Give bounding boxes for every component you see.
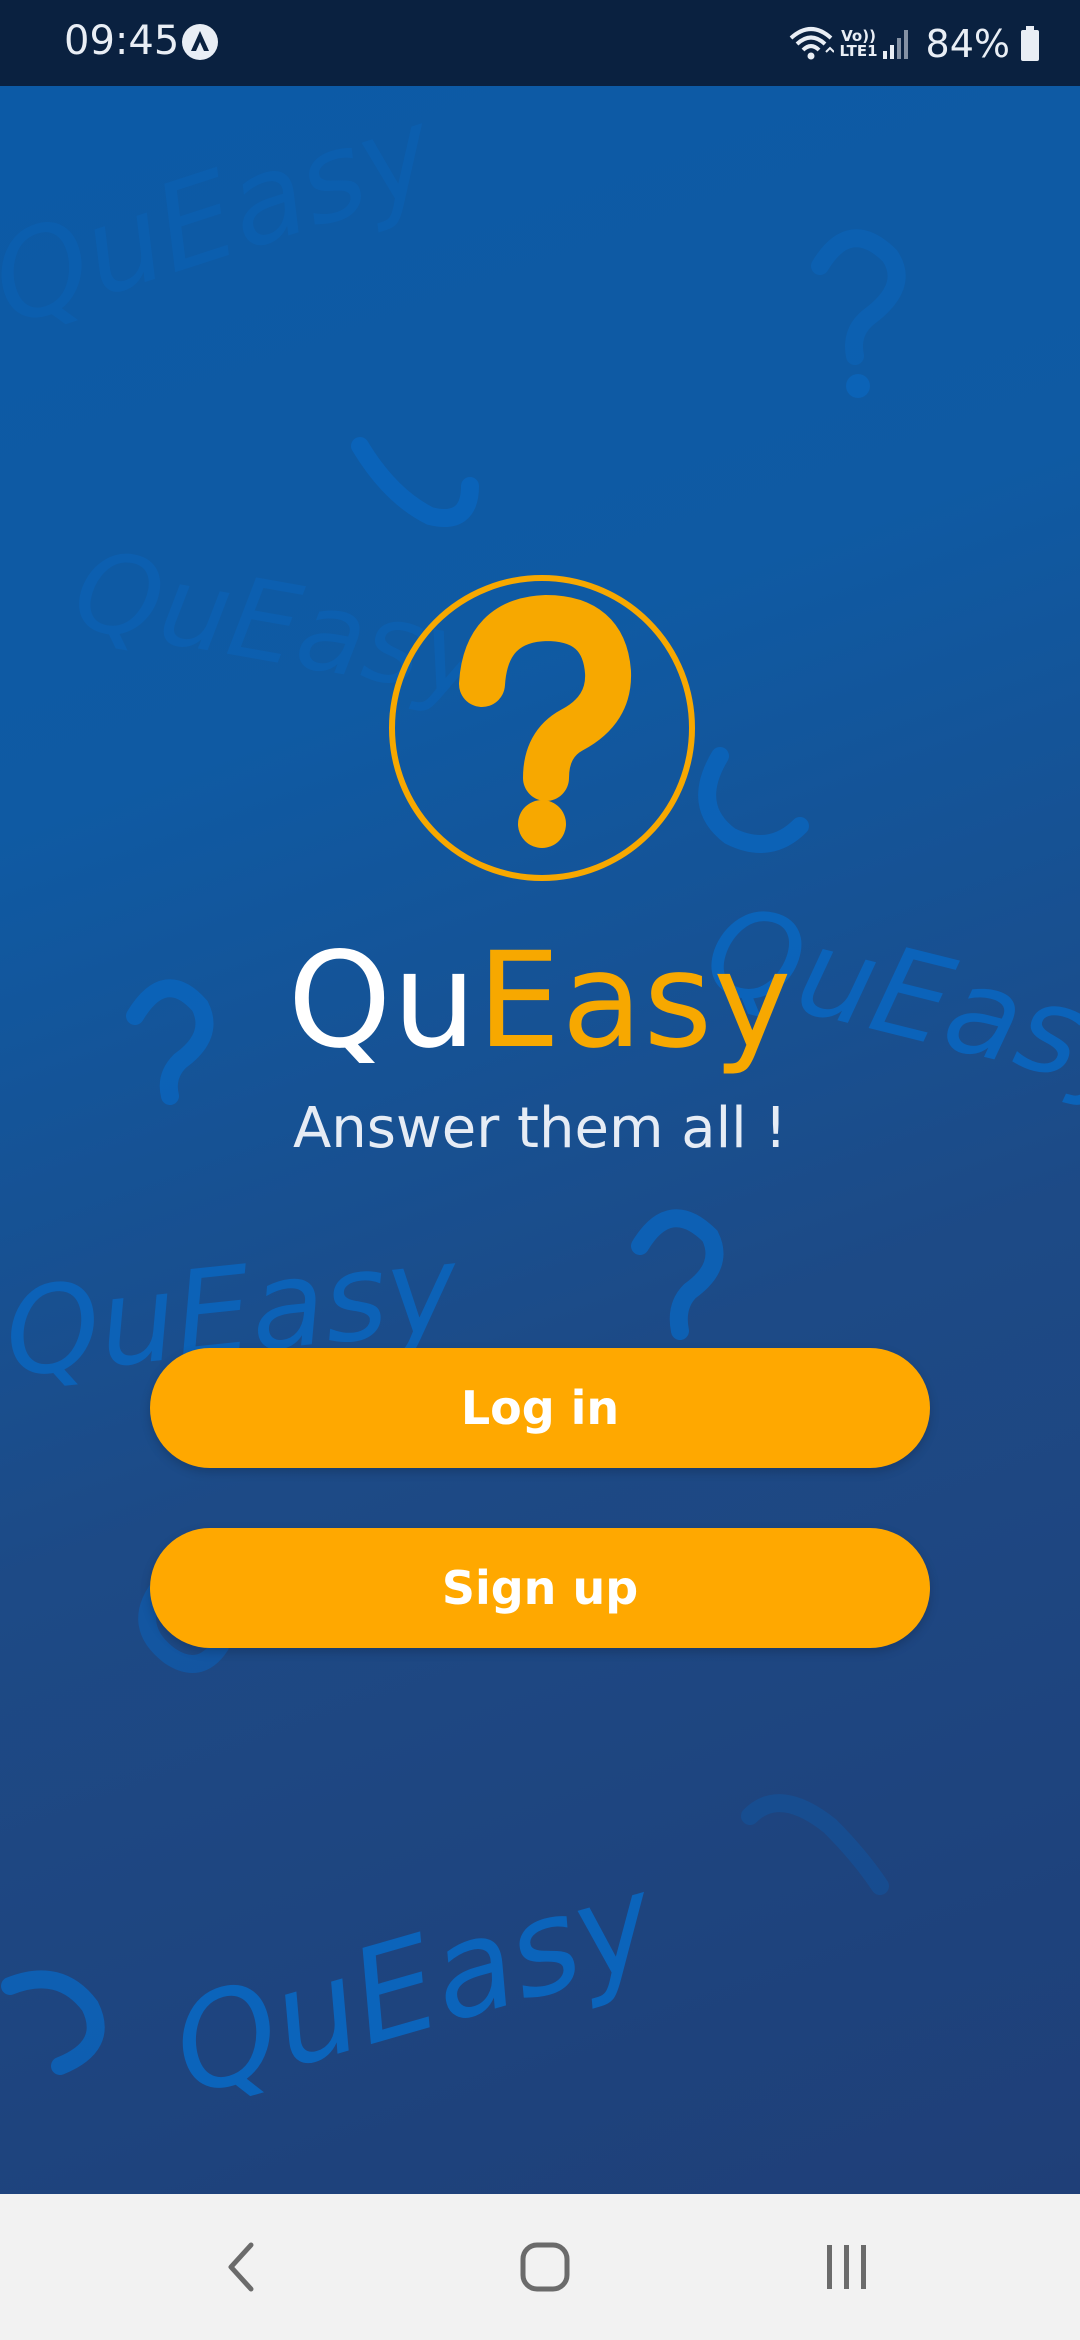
status-time: 09:45 bbox=[64, 18, 180, 64]
wifi-icon bbox=[789, 27, 834, 60]
question-mark-icon bbox=[631, 1209, 724, 1340]
question-mark-icon bbox=[698, 747, 809, 853]
navigation-bar bbox=[0, 2194, 1080, 2340]
home-button[interactable] bbox=[500, 2232, 590, 2302]
home-icon bbox=[520, 2242, 570, 2292]
app-title-part1: Qu bbox=[287, 924, 478, 1078]
battery-icon bbox=[1021, 26, 1039, 61]
question-mark-icon bbox=[846, 374, 870, 398]
signup-button[interactable]: Sign up bbox=[150, 1528, 930, 1648]
welcome-screen: QuEasy QuEasy QuEasy QuEasy QuEasy QuEas bbox=[0, 86, 1080, 2194]
watermark-text: QuEasy bbox=[157, 1844, 673, 2126]
login-button[interactable]: Log in bbox=[150, 1348, 930, 1468]
back-button[interactable] bbox=[196, 2232, 286, 2302]
recents-icon bbox=[827, 2245, 866, 2289]
app-title-part2: Easy bbox=[477, 924, 793, 1078]
signal-icon bbox=[882, 30, 908, 59]
battery-percent: 84% bbox=[925, 22, 1010, 66]
app-tagline: Answer them all ! bbox=[293, 1096, 787, 1161]
app-screen: 09:45 Vo)) LTE1 84% QuEasy QuEasy QuEasy… bbox=[0, 0, 1080, 2340]
status-icons: Vo)) LTE1 84% bbox=[788, 14, 1040, 74]
app-title: QuEasy bbox=[0, 926, 1080, 1076]
question-mark-icon bbox=[811, 229, 906, 365]
question-mark-icon bbox=[351, 437, 479, 527]
question-mark-icon bbox=[1, 1970, 105, 2075]
status-bar: 09:45 Vo)) LTE1 84% bbox=[0, 0, 1080, 86]
network-type-label: Vo)) LTE1 bbox=[840, 29, 878, 59]
back-icon bbox=[228, 2242, 254, 2292]
question-mark-logo-icon bbox=[389, 575, 695, 881]
recents-button[interactable] bbox=[802, 2232, 892, 2302]
watermark-text: QuEasy bbox=[0, 86, 452, 354]
app-notification-icon bbox=[182, 24, 218, 60]
lte-label: LTE1 bbox=[839, 42, 878, 60]
question-mark-icon bbox=[741, 1794, 889, 1895]
